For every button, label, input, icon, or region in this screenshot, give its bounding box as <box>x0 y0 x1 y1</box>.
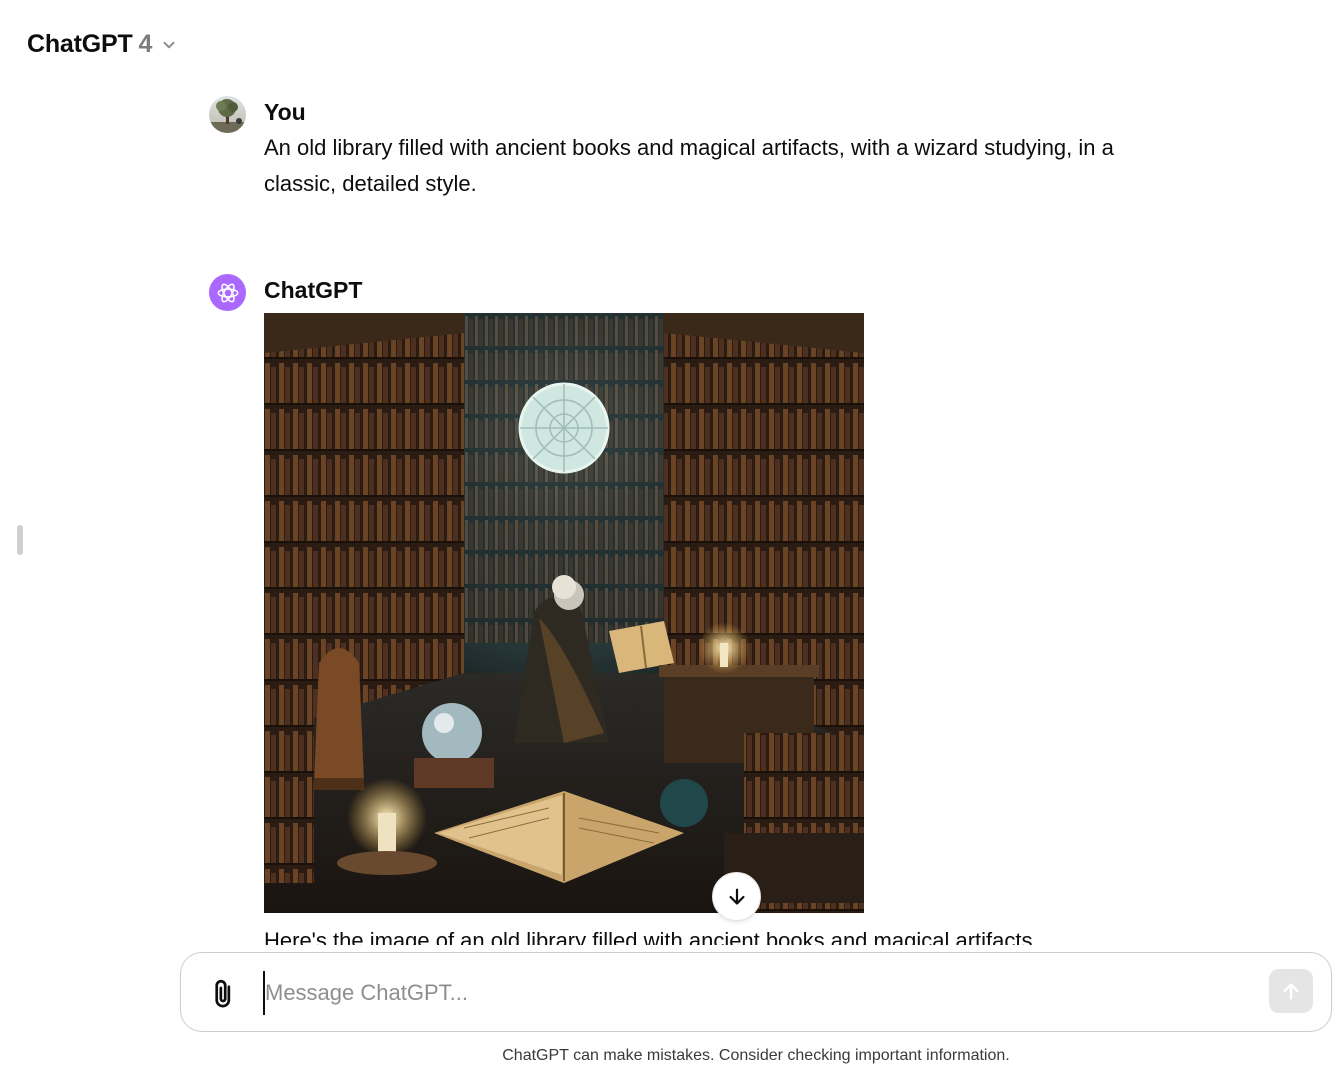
sidebar-toggle-handle[interactable] <box>17 525 23 555</box>
paperclip-icon <box>215 979 231 1008</box>
user-avatar <box>209 96 246 133</box>
arrow-up-icon <box>1283 983 1299 1000</box>
model-version: 4 <box>138 29 153 58</box>
user-message-text: An old library filled with ancient books… <box>264 135 1114 196</box>
user-author-name: You <box>264 99 306 125</box>
attach-button[interactable] <box>209 977 239 1011</box>
model-selector[interactable]: ChatGPT 4 <box>27 28 178 60</box>
scroll-to-bottom-button[interactable] <box>712 872 761 921</box>
arrow-down-icon <box>728 888 745 905</box>
message-composer <box>180 952 1332 1032</box>
disclaimer-text: ChatGPT can make mistakes. Consider chec… <box>502 1047 1010 1064</box>
message-input[interactable] <box>263 971 1253 1015</box>
send-button[interactable] <box>1269 969 1313 1013</box>
openai-logo-icon <box>209 274 246 311</box>
chevron-down-icon <box>163 41 175 49</box>
generated-image[interactable] <box>264 313 864 913</box>
assistant-author-name: ChatGPT <box>264 277 363 303</box>
model-name: ChatGPT <box>27 29 133 58</box>
